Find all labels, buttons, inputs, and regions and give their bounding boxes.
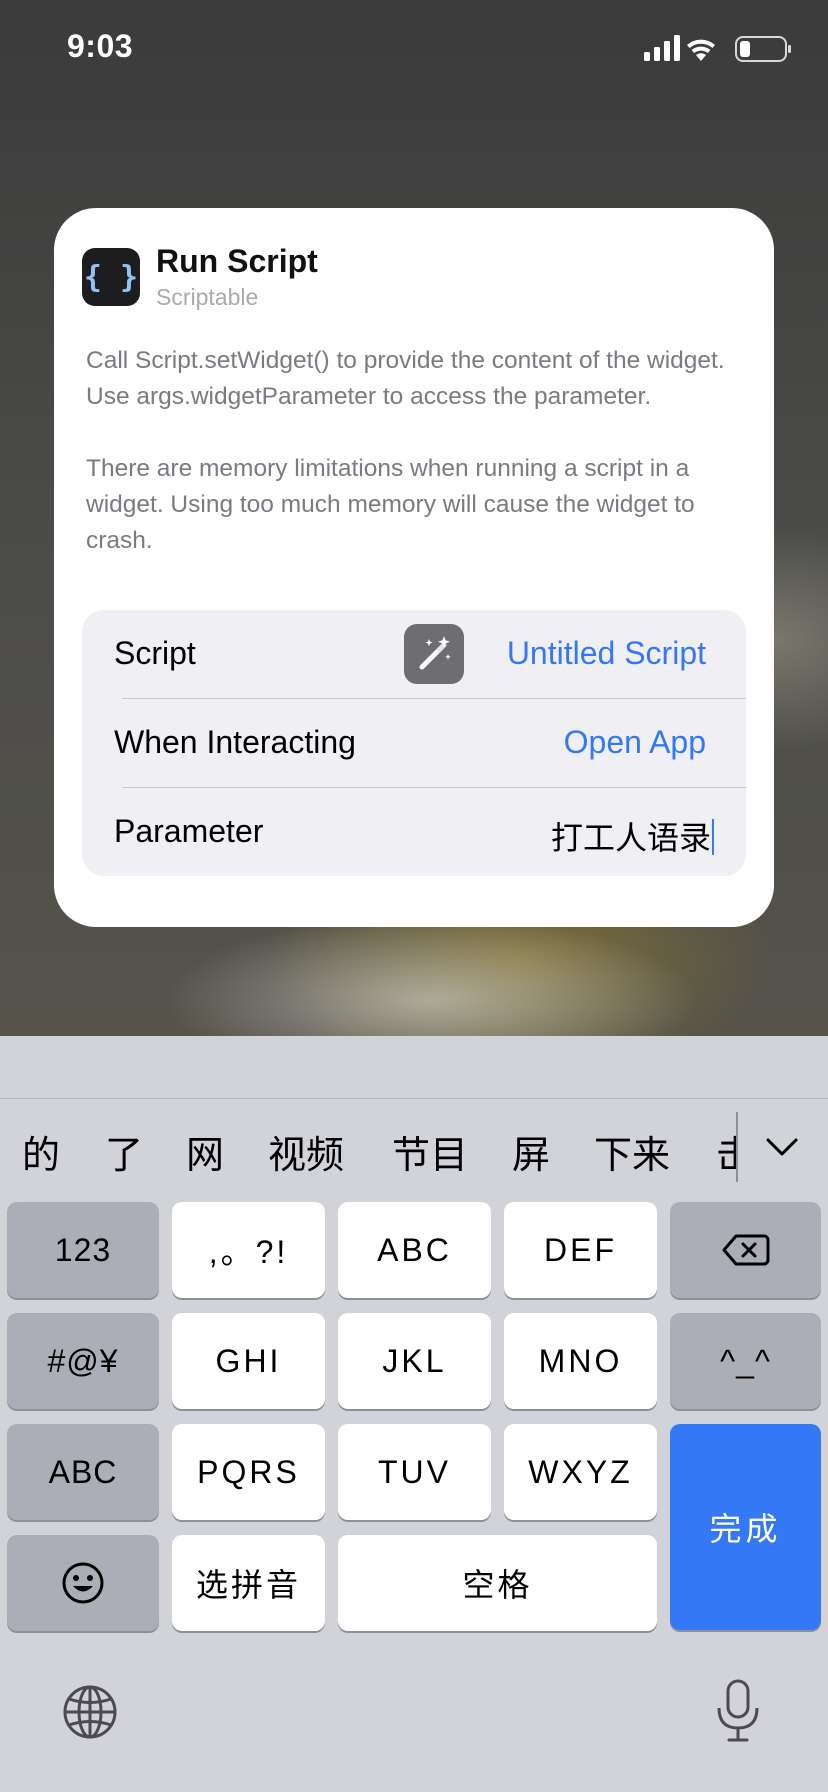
keyboard: 的 了 网 视频 节目 屏 下来 击 123 ,。?! ABC DEF #@¥ …	[0, 1036, 828, 1792]
delete-key[interactable]	[670, 1202, 821, 1298]
ghi-key[interactable]: GHI	[172, 1313, 325, 1409]
candidate-word[interactable]: 的	[22, 1124, 60, 1179]
microphone-icon[interactable]	[712, 1678, 764, 1744]
candidate-bar: 的 了 网 视频 节目 屏 下来 击	[0, 1124, 828, 1184]
emoji-key[interactable]	[7, 1535, 159, 1631]
tuv-key[interactable]: TUV	[338, 1424, 491, 1520]
script-label: Script	[114, 635, 196, 671]
chevron-down-icon[interactable]	[764, 1132, 800, 1162]
description-paragraph: Call Script.setWidget() to provide the c…	[86, 347, 725, 410]
status-time: 9:03	[67, 28, 134, 64]
parameter-field[interactable]: 打工人语录	[551, 813, 714, 859]
parameter-label: Parameter	[114, 813, 264, 849]
script-value[interactable]: Untitled Script	[507, 635, 706, 672]
script-row[interactable]: Script Untitled Script	[82, 610, 746, 698]
space-key[interactable]: 空格	[338, 1535, 657, 1631]
def-key[interactable]: DEF	[504, 1202, 657, 1298]
status-icons	[644, 34, 794, 64]
when-interacting-value[interactable]: Open App	[564, 724, 706, 761]
card-subtitle: Scriptable	[156, 284, 259, 310]
punctuation-key[interactable]: ,。?!	[172, 1202, 325, 1298]
candidate-word[interactable]: 下来	[594, 1124, 670, 1179]
numbers-key[interactable]: 123	[7, 1202, 159, 1298]
globe-icon[interactable]	[62, 1684, 118, 1740]
description-paragraph: There are memory limitations when runnin…	[86, 455, 695, 554]
abc-switch-key[interactable]: ABC	[7, 1424, 159, 1520]
candidate-word[interactable]: 节目	[392, 1124, 468, 1179]
card-description: Call Script.setWidget() to provide the c…	[86, 343, 756, 559]
card-title: Run Script	[156, 243, 318, 279]
candidate-separator	[736, 1112, 738, 1182]
candidate-word[interactable]: 了	[105, 1124, 143, 1179]
keyboard-top-divider	[0, 1098, 828, 1099]
run-script-card: { } Run Script Scriptable Call Script.se…	[54, 208, 774, 927]
jkl-key[interactable]: JKL	[338, 1313, 491, 1409]
parameter-row[interactable]: Parameter 打工人语录	[82, 788, 746, 876]
mno-key[interactable]: MNO	[504, 1313, 657, 1409]
candidate-word[interactable]: 视频	[268, 1124, 344, 1179]
wxyz-key[interactable]: WXYZ	[504, 1424, 657, 1520]
candidate-word[interactable]: 屏	[512, 1124, 550, 1179]
settings-group: Script Untitled Script When Interacting …	[82, 610, 746, 876]
parameter-text: 打工人语录	[550, 819, 711, 857]
kaomoji-key[interactable]: ^_^	[670, 1313, 821, 1409]
wifi-icon	[687, 39, 715, 61]
done-key[interactable]: 完成	[670, 1424, 821, 1630]
when-interacting-row[interactable]: When Interacting Open App	[82, 699, 746, 787]
when-interacting-label: When Interacting	[114, 724, 356, 760]
symbols-key[interactable]: #@¥	[7, 1313, 159, 1409]
cellular-signal-icon	[644, 35, 680, 61]
pqrs-key[interactable]: PQRS	[172, 1424, 325, 1520]
abc-key[interactable]: ABC	[338, 1202, 491, 1298]
candidate-word[interactable]: 网	[186, 1124, 224, 1179]
delete-backspace-icon	[722, 1234, 769, 1266]
emoji-icon	[62, 1562, 104, 1604]
select-pinyin-key[interactable]: 选拼音	[172, 1535, 325, 1631]
scriptable-app-icon: { }	[82, 248, 140, 306]
magic-wand-icon	[404, 624, 464, 684]
text-cursor	[712, 819, 714, 855]
battery-icon	[735, 36, 791, 62]
candidate-word[interactable]: 击	[716, 1124, 736, 1179]
